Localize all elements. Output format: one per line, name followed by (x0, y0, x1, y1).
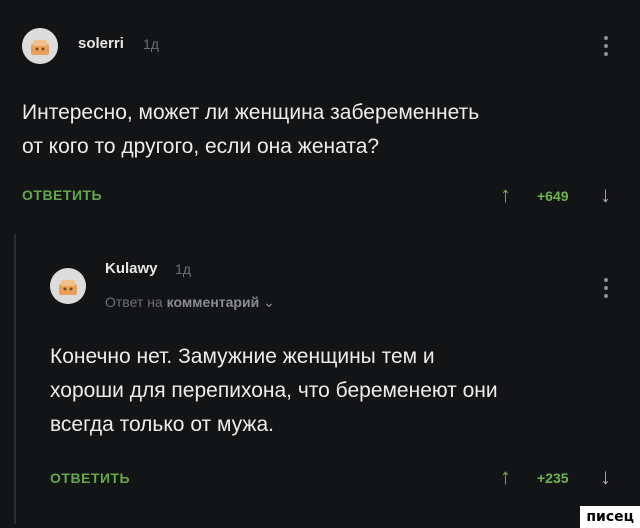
upvote-arrow-icon[interactable]: ↑ (500, 464, 511, 490)
more-vertical-icon[interactable] (604, 36, 608, 60)
comment-1: solerri 1д Интересно, может ли женщина з… (0, 0, 640, 220)
reply-button[interactable]: ОТВЕТИТЬ (22, 187, 102, 203)
comment-2: Kulawy 1д Ответ на комментарий ⌄ Конечно… (0, 220, 640, 528)
comment-time: 1д (143, 36, 159, 52)
comment-rating: +235 (537, 470, 569, 486)
more-vertical-icon[interactable] (604, 278, 608, 302)
user-avatar[interactable] (50, 268, 86, 304)
comment-text: Конечно нет. Замужние женщины тем и хоро… (50, 345, 498, 436)
user-avatar[interactable] (22, 28, 58, 64)
comment-rating: +649 (537, 188, 569, 204)
thread-line[interactable] (14, 234, 16, 524)
comment-text: Интересно, может ли женщина забеременнет… (22, 101, 480, 158)
reply-button[interactable]: ОТВЕТИТЬ (50, 470, 130, 486)
comment-time: 1д (175, 261, 191, 277)
downvote-arrow-icon[interactable]: ↓ (600, 464, 611, 490)
upvote-arrow-icon[interactable]: ↑ (500, 182, 511, 208)
reply-to-link[interactable]: комментарий (167, 294, 260, 310)
reply-to-prefix: Ответ на (105, 294, 163, 310)
watermark-label: писец (580, 506, 640, 528)
avatar-image-icon (22, 28, 58, 64)
reply-to-info[interactable]: Ответ на комментарий ⌄ (105, 294, 275, 311)
chevron-down-icon[interactable]: ⌄ (263, 294, 275, 310)
comment-username[interactable]: Kulawy (105, 260, 158, 277)
comment-username[interactable]: solerri (78, 35, 124, 52)
avatar-image-icon (50, 268, 86, 304)
downvote-arrow-icon[interactable]: ↓ (600, 182, 611, 208)
